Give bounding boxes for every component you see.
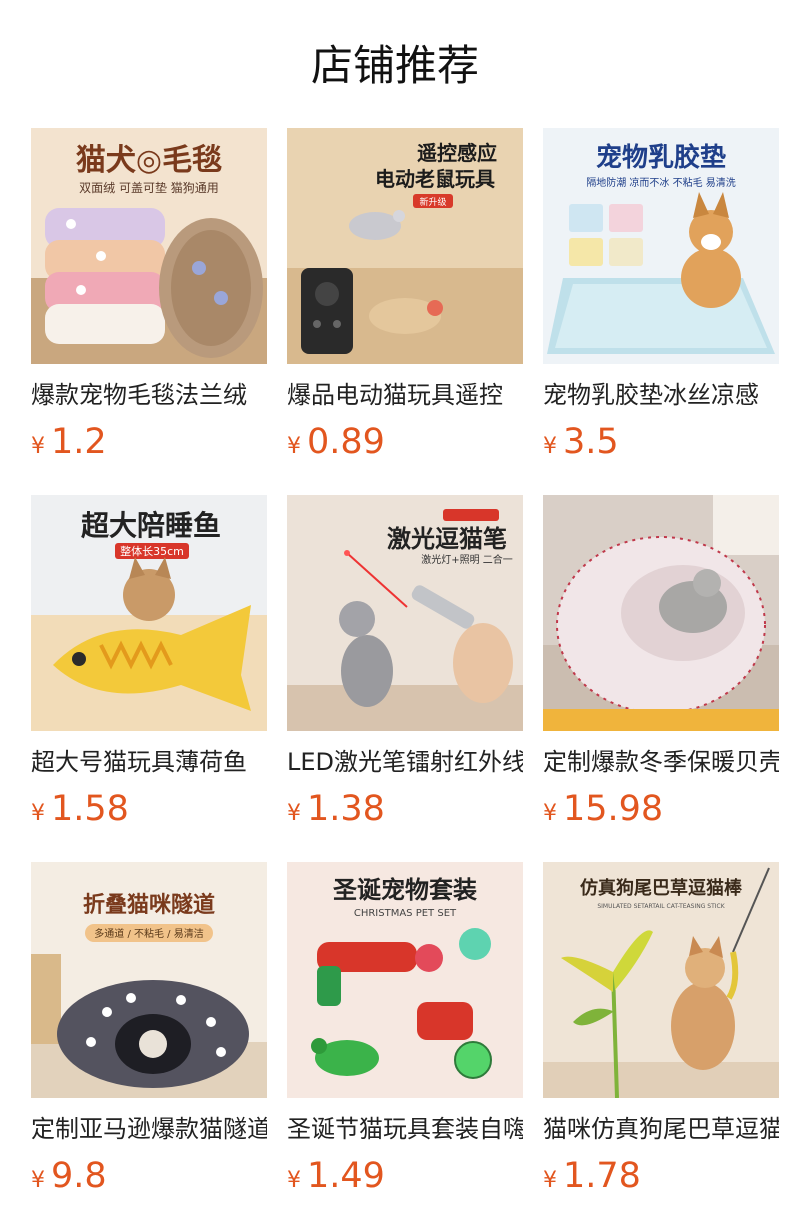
product-price: 1.58 bbox=[51, 789, 129, 829]
product-name[interactable]: 爆款宠物毛毯法兰绒 bbox=[31, 378, 267, 412]
banner-text: 超大陪睡鱼 bbox=[81, 509, 221, 542]
product-image[interactable]: 遥控感应 电动老鼠玩具 新升级 bbox=[287, 128, 523, 364]
banner-text: 仿真狗尾巴草逗猫棒 bbox=[580, 877, 743, 899]
product-name[interactable]: LED激光笔镭射红外线 bbox=[287, 745, 523, 779]
banner-subtext: 激光灯+照明 二合一 bbox=[421, 553, 513, 566]
product-grid: 猫犬◎毛毯 双面绒 可盖可垫 猫狗通用 爆款宠物毛毯法兰绒 ¥1.2 遥控感应 bbox=[31, 128, 779, 1229]
product-image[interactable]: 激光逗猫笔 激光灯+照明 二合一 bbox=[287, 495, 523, 731]
product-price: 3.5 bbox=[563, 422, 619, 462]
product-name[interactable]: 圣诞节猫玩具套装自嗨 bbox=[287, 1112, 523, 1146]
product-image[interactable]: 宠物乳胶垫 隔地防潮 凉而不冰 不粘毛 易清洗 bbox=[543, 128, 779, 364]
product-name[interactable]: 定制亚马逊爆款猫隧道 bbox=[31, 1112, 267, 1146]
product-image[interactable] bbox=[543, 495, 779, 731]
banner-badge: 整体长35cm bbox=[120, 544, 184, 558]
product-price: 1.38 bbox=[307, 789, 385, 829]
currency-symbol: ¥ bbox=[287, 801, 301, 826]
product-card[interactable]: 激光逗猫笔 激光灯+照明 二合一 LED激光笔镭射红外线 ¥1.38 bbox=[287, 495, 523, 862]
product-name[interactable]: 猫咪仿真狗尾巴草逗猫 bbox=[543, 1112, 779, 1146]
banner-text-2: 电动老鼠玩具 bbox=[375, 167, 495, 191]
product-price: 15.98 bbox=[563, 789, 664, 829]
banner-subtext: SIMULATED SETARTAIL CAT-TEASING STICK bbox=[597, 903, 725, 910]
product-price: 1.78 bbox=[563, 1156, 641, 1196]
banner-text: 圣诞宠物套装 bbox=[333, 876, 477, 904]
product-name[interactable]: 爆品电动猫玩具遥控 bbox=[287, 378, 523, 412]
product-card[interactable]: 猫犬◎毛毯 双面绒 可盖可垫 猫狗通用 爆款宠物毛毯法兰绒 ¥1.2 bbox=[31, 128, 267, 495]
product-card[interactable]: 超大陪睡鱼 整体长35cm 超大号猫玩具薄荷鱼 ¥1.58 bbox=[31, 495, 267, 862]
price-row: ¥3.5 bbox=[543, 420, 779, 464]
product-image[interactable]: 圣诞宠物套装 CHRISTMAS PET SET bbox=[287, 862, 523, 1098]
product-card[interactable]: 圣诞宠物套装 CHRISTMAS PET SET 圣诞节猫玩具套装自嗨 ¥1.4… bbox=[287, 862, 523, 1229]
currency-symbol: ¥ bbox=[543, 1168, 557, 1193]
banner-badge: 新升级 bbox=[419, 196, 446, 208]
currency-symbol: ¥ bbox=[287, 1168, 301, 1193]
product-image[interactable]: 超大陪睡鱼 整体长35cm bbox=[31, 495, 267, 731]
product-image[interactable]: 仿真狗尾巴草逗猫棒 SIMULATED SETARTAIL CAT-TEASIN… bbox=[543, 862, 779, 1098]
product-price: 1.49 bbox=[307, 1156, 385, 1196]
banner-subtext: CHRISTMAS PET SET bbox=[354, 908, 457, 919]
product-name[interactable]: 定制爆款冬季保暖贝壳 bbox=[543, 745, 779, 779]
currency-symbol: ¥ bbox=[31, 434, 45, 459]
price-row: ¥1.38 bbox=[287, 787, 523, 831]
banner-subtext: 双面绒 可盖可垫 猫狗通用 bbox=[79, 180, 219, 195]
product-name[interactable]: 宠物乳胶垫冰丝凉感 bbox=[543, 378, 779, 412]
product-price: 9.8 bbox=[51, 1156, 107, 1196]
product-price: 1.2 bbox=[51, 422, 107, 462]
banner-text: 宠物乳胶垫 bbox=[596, 142, 726, 173]
banner-subtext: 隔地防潮 凉而不冰 不粘毛 易清洗 bbox=[586, 176, 736, 189]
product-card[interactable]: 宠物乳胶垫 隔地防潮 凉而不冰 不粘毛 易清洗 宠物乳胶垫冰丝凉感 ¥3.5 bbox=[543, 128, 779, 495]
price-row: ¥1.58 bbox=[31, 787, 267, 831]
banner-subtext: 多通道 / 不粘毛 / 易清洁 bbox=[94, 927, 203, 940]
product-image[interactable]: 猫犬◎毛毯 双面绒 可盖可垫 猫狗通用 bbox=[31, 128, 267, 364]
currency-symbol: ¥ bbox=[287, 434, 301, 459]
price-row: ¥1.78 bbox=[543, 1154, 779, 1198]
price-row: ¥9.8 bbox=[31, 1154, 267, 1198]
banner-text: 猫犬◎毛毯 bbox=[76, 143, 222, 178]
product-card[interactable]: 遥控感应 电动老鼠玩具 新升级 爆品电动猫玩具遥控 ¥0.89 bbox=[287, 128, 523, 495]
section-title: 店铺推荐 bbox=[310, 41, 479, 90]
price-row: ¥15.98 bbox=[543, 787, 779, 831]
product-card[interactable]: 定制爆款冬季保暖贝壳 ¥15.98 bbox=[543, 495, 779, 862]
product-image[interactable]: 折叠猫咪隧道 多通道 / 不粘毛 / 易清洁 bbox=[31, 862, 267, 1098]
product-card[interactable]: 仿真狗尾巴草逗猫棒 SIMULATED SETARTAIL CAT-TEASIN… bbox=[543, 862, 779, 1229]
banner-text: 遥控感应 bbox=[417, 141, 497, 165]
price-row: ¥0.89 bbox=[287, 420, 523, 464]
product-name[interactable]: 超大号猫玩具薄荷鱼 bbox=[31, 745, 267, 779]
price-row: ¥1.2 bbox=[31, 420, 267, 464]
product-price: 0.89 bbox=[307, 422, 385, 462]
product-card[interactable]: 折叠猫咪隧道 多通道 / 不粘毛 / 易清洁 定制亚马逊爆款猫隧道 ¥9.8 bbox=[31, 862, 267, 1229]
currency-symbol: ¥ bbox=[31, 801, 45, 826]
currency-symbol: ¥ bbox=[543, 801, 557, 826]
currency-symbol: ¥ bbox=[31, 1168, 45, 1193]
price-row: ¥1.49 bbox=[287, 1154, 523, 1198]
currency-symbol: ¥ bbox=[543, 434, 557, 459]
banner-text: 激光逗猫笔 bbox=[387, 525, 507, 553]
banner-text: 折叠猫咪隧道 bbox=[83, 892, 215, 918]
